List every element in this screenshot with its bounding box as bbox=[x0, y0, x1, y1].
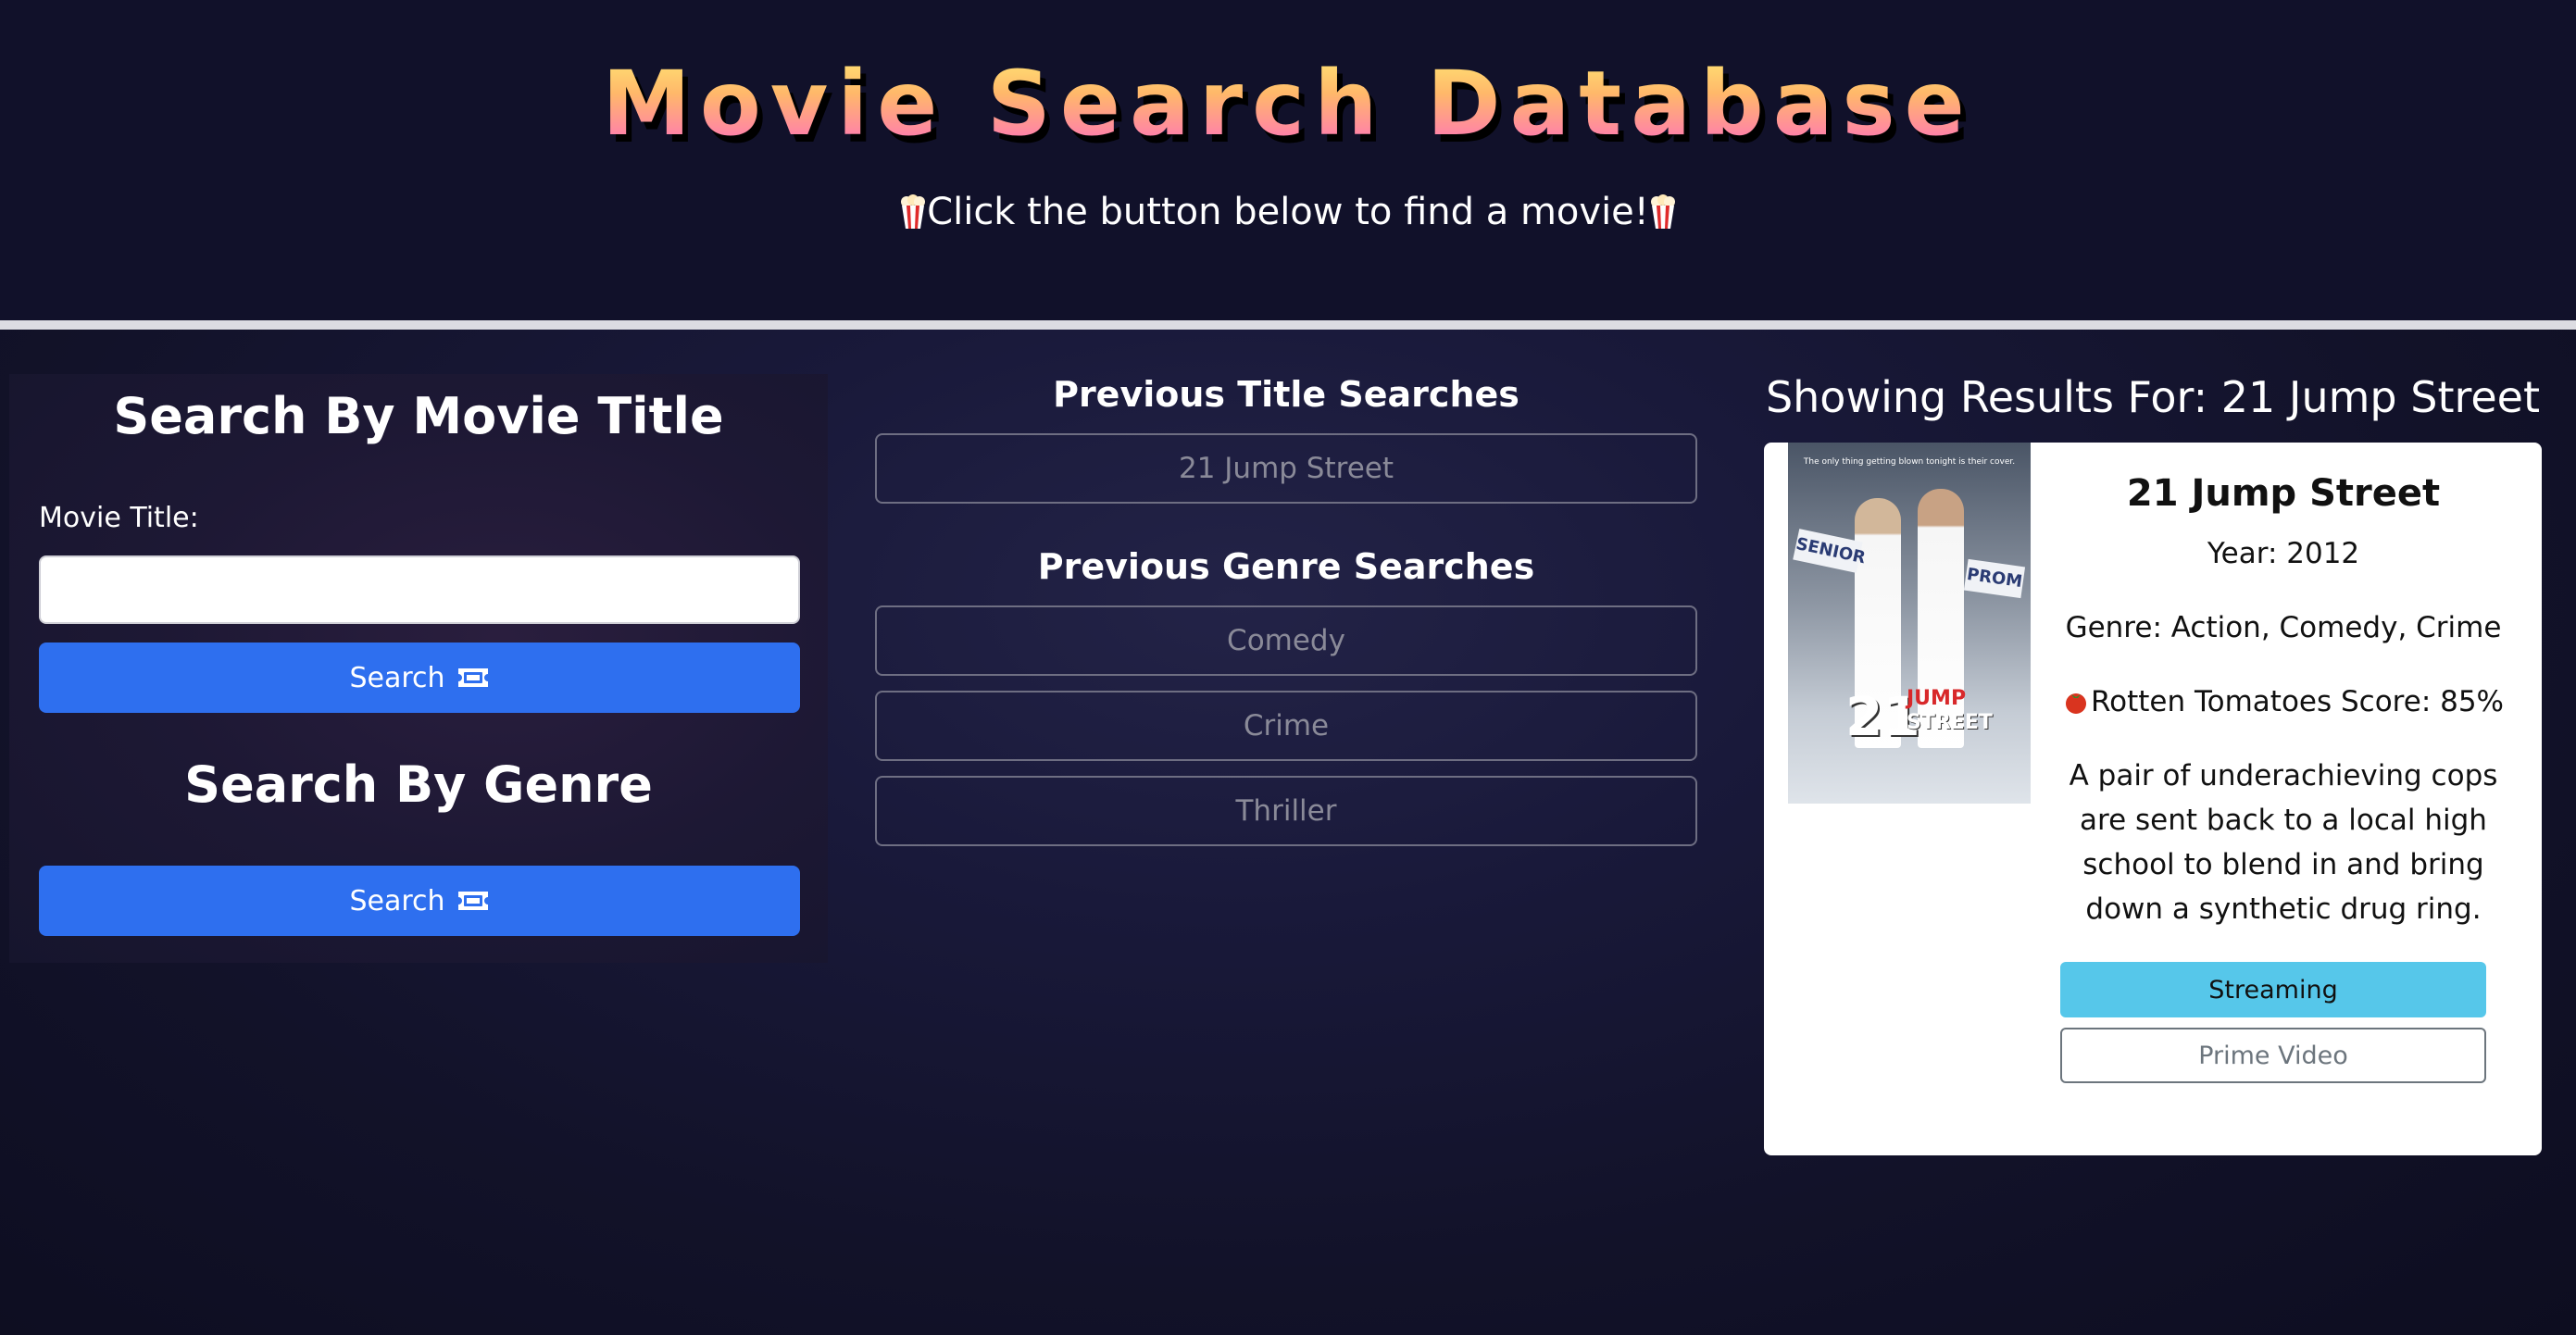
prime-video-button[interactable]: Prime Video bbox=[2060, 1028, 2486, 1083]
movie-title-input[interactable] bbox=[39, 555, 800, 624]
movie-title-label: Movie Title: bbox=[39, 502, 199, 534]
history-genre-button[interactable]: Comedy bbox=[875, 605, 1697, 676]
subtitle-text: Click the button below to find a movie! bbox=[927, 191, 1649, 233]
tomato-icon bbox=[2065, 693, 2086, 714]
history-genre-button[interactable]: Crime bbox=[875, 691, 1697, 761]
ticket-icon bbox=[457, 668, 488, 687]
history-genre-button[interactable]: Thriller bbox=[875, 776, 1697, 846]
popcorn-icon bbox=[1650, 194, 1675, 229]
poster-tagline: The only thing getting blown tonight is … bbox=[1803, 457, 2016, 467]
movie-plot-line: A pair of underachieving cops bbox=[2069, 759, 2498, 792]
genre-search-button[interactable]: Search bbox=[39, 866, 800, 936]
movie-plot-line: are sent back to a local high bbox=[2080, 804, 2487, 837]
page: Movie Search Database Click the button b… bbox=[0, 0, 2576, 1335]
movie-genre: Genre: Action, Comedy, Crime bbox=[2065, 611, 2502, 644]
movie-title: 21 Jump Street bbox=[2126, 472, 2441, 515]
movie-rating: Rotten Tomatoes Score: 85% bbox=[2047, 685, 2520, 718]
search-panel: Search By Movie Title Movie Title: Searc… bbox=[9, 374, 828, 963]
ticket-icon bbox=[457, 892, 488, 910]
movie-year: Year: 2012 bbox=[2207, 537, 2360, 570]
streaming-badge: Streaming bbox=[2060, 962, 2486, 1017]
previous-title-heading: Previous Title Searches bbox=[1053, 374, 1519, 415]
movie-poster: The only thing getting blown tonight is … bbox=[1788, 443, 2031, 804]
history-title-button[interactable]: 21 Jump Street bbox=[875, 433, 1697, 504]
title-search-button[interactable]: Search bbox=[39, 643, 800, 713]
poster-sign: SENIOR bbox=[1793, 529, 1868, 573]
poster-logo-word: JUMP bbox=[1907, 687, 1967, 710]
genre-search-button-label: Search bbox=[349, 884, 445, 917]
header-divider bbox=[0, 320, 2576, 330]
previous-genre-heading: Previous Genre Searches bbox=[1037, 546, 1535, 587]
subtitle: Click the button below to find a movie! bbox=[0, 191, 2576, 233]
title-search-heading: Search By Movie Title bbox=[113, 387, 724, 445]
movie-plot-line: school to blend in and bring bbox=[2082, 848, 2484, 881]
movie-card: The only thing getting blown tonight is … bbox=[1764, 443, 2542, 1155]
popcorn-icon bbox=[901, 194, 926, 229]
movie-plot: A pair of underachieving cops are sent b… bbox=[2047, 754, 2520, 931]
movie-plot-line: down a synthetic drug ring. bbox=[2085, 892, 2482, 926]
header: Movie Search Database Click the button b… bbox=[0, 0, 2576, 320]
poster-logo-word: STREET bbox=[1907, 711, 1993, 734]
site-title: Movie Search Database bbox=[0, 52, 2576, 156]
genre-search-heading: Search By Genre bbox=[184, 755, 653, 814]
title-search-button-label: Search bbox=[349, 661, 445, 694]
results-heading: Showing Results For: 21 Jump Street bbox=[1765, 372, 2541, 422]
poster-sign: PROM bbox=[1963, 558, 2026, 599]
movie-rating-text: Rotten Tomatoes Score: 85% bbox=[2090, 685, 2505, 718]
